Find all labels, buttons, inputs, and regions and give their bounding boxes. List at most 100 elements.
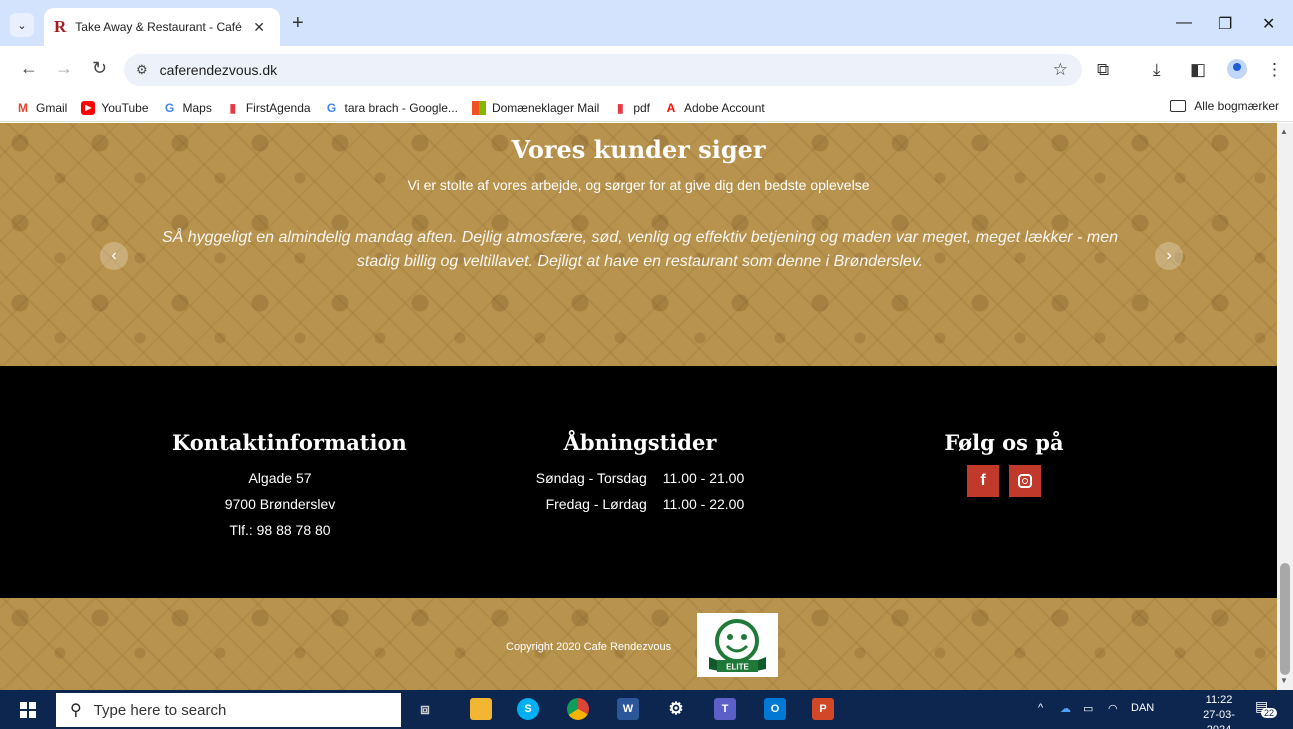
windows-start-icon[interactable] (20, 702, 36, 718)
task-view-icon[interactable]: ⧈ (414, 698, 436, 720)
bookmark-label: YouTube (101, 100, 149, 115)
pdf-icon: ▮ (617, 100, 624, 115)
copyright-text: Copyright 2020 Cafe Rendezvous (506, 641, 672, 653)
taskbar-search[interactable]: ⚲ Type here to search (56, 693, 401, 727)
social-links: f (934, 465, 1074, 497)
chevron-left-icon: ‹ (111, 247, 117, 264)
file-explorer-icon[interactable] (470, 698, 492, 720)
word-icon[interactable]: W (617, 698, 639, 720)
forward-icon[interactable]: → (55, 58, 73, 79)
wifi-icon[interactable]: ◠ (1108, 702, 1118, 715)
contact-address: Algade 57 (248, 470, 312, 486)
tab-title: Take Away & Restaurant - Café (75, 20, 242, 34)
chrome-icon[interactable] (567, 698, 589, 720)
menu-icon[interactable]: ⋮ (1266, 60, 1283, 80)
scroll-up-icon[interactable]: ▲ (1280, 127, 1288, 136)
bookmark-tara-brach[interactable]: Gtara brach - Google... (325, 101, 458, 115)
bookmark-youtube[interactable]: ▶ YouTube (81, 100, 149, 115)
minimize-icon[interactable]: — (1176, 14, 1192, 32)
bookmark-adobe[interactable]: A Adobe Account (664, 101, 765, 115)
contact-phone[interactable]: Tlf.: 98 88 78 80 (172, 517, 388, 543)
facebook-button[interactable]: f (967, 465, 999, 497)
settings-gear-icon[interactable]: ⚙ (665, 698, 687, 720)
notification-count: 22 (1261, 708, 1278, 718)
bookmark-domaeneklager[interactable]: Domæneklager Mail (471, 100, 600, 115)
hours-day: Søndag - Torsdag (535, 470, 647, 486)
restore-icon[interactable]: ❐ (1218, 14, 1232, 34)
testimonials-subheading: Vi er stolte af vores arbejde, og sørger… (407, 177, 870, 193)
tab-close-icon[interactable]: ✕ (253, 19, 265, 36)
windows-taskbar: ⚲ Type here to search ⧈ S W ⚙ T O P ^ ☁ … (0, 690, 1293, 729)
testimonial-quote: SÅ hyggeligt en almindelig mandag aften.… (161, 229, 1119, 270)
contact-column: Kontaktinformation Algade 57 9700 Brønde… (172, 430, 407, 543)
clock-date: 27-03-2024 (1203, 709, 1235, 729)
powerpoint-icon[interactable]: P (812, 698, 834, 720)
bookmark-maps[interactable]: G Maps (163, 101, 212, 115)
address-bar[interactable]: ⚙ caferendezvous.dk ☆ (124, 54, 1082, 86)
bookmark-label: pdf (633, 100, 650, 115)
youtube-icon: ▶ (81, 100, 96, 115)
bookmark-firstagenda[interactable]: ▮ FirstAgenda (226, 101, 311, 115)
instagram-icon (1018, 474, 1032, 488)
bookmark-label: Maps (182, 100, 212, 115)
microsoft-icon (471, 100, 486, 115)
hours-time: 11.00 - 21.00 (662, 470, 745, 486)
scroll-down-icon[interactable]: ▼ (1280, 676, 1288, 685)
tray-overflow-icon[interactable]: ^ (1038, 702, 1043, 714)
chevron-right-icon: › (1166, 247, 1172, 264)
scrollbar-thumb[interactable] (1280, 563, 1290, 675)
clock-time: 11:22 (1205, 694, 1233, 706)
hours-day: Fredag - Lørdag (545, 496, 647, 512)
folder-icon (1170, 100, 1187, 112)
bookmark-label: tara brach - Google... (344, 100, 458, 115)
taskbar-search-placeholder: Type here to search (93, 701, 227, 719)
carousel-prev-button[interactable]: ‹ (100, 242, 128, 270)
skype-icon[interactable]: S (517, 698, 539, 720)
bookmark-label: FirstAgenda (245, 100, 311, 115)
battery-icon[interactable]: ▭ (1083, 702, 1093, 715)
hours-table: Søndag - Torsdag 11.00 - 21.00 Fredag - … (508, 465, 772, 517)
gmail-icon: M (18, 100, 28, 115)
extensions-icon[interactable]: ⧉ (1097, 60, 1109, 80)
firstagenda-icon: ▮ (229, 100, 237, 115)
hours-time: 11.00 - 22.00 (662, 496, 745, 512)
google-icon: G (164, 100, 175, 115)
bookmark-star-icon[interactable]: ☆ (1053, 60, 1068, 80)
language-indicator[interactable]: DAN (1131, 702, 1154, 714)
facebook-icon: f (980, 472, 986, 489)
back-icon[interactable]: ← (20, 58, 38, 79)
elite-smiley-badge: ELITE (697, 613, 778, 677)
browser-tab[interactable]: R Take Away & Restaurant - Café ✕ (44, 8, 280, 46)
reload-icon[interactable]: ↻ (92, 58, 107, 79)
window-close-icon[interactable]: ✕ (1262, 14, 1275, 34)
footer-info: Kontaktinformation Algade 57 9700 Brønde… (0, 366, 1277, 598)
tab-search-button[interactable]: ⌄ (10, 13, 34, 37)
carousel-next-button[interactable]: › (1155, 242, 1183, 270)
social-heading: Følg os på (944, 430, 1064, 455)
site-info-icon[interactable]: ⚙ (136, 62, 148, 78)
taskbar-clock[interactable]: 11:22 27-03-2024 (1196, 693, 1242, 729)
all-bookmarks-button[interactable]: Alle bogmærker (1170, 99, 1279, 113)
instagram-button[interactable] (1009, 465, 1041, 497)
hours-column: Åbningstider Søndag - Torsdag 11.00 - 21… (508, 430, 772, 517)
download-icon[interactable]: ⤓ (1153, 60, 1161, 80)
bookmark-label: Adobe Account (684, 100, 765, 115)
social-column: Følg os på f (934, 430, 1074, 497)
all-bookmarks-label: Alle bogmærker (1194, 99, 1279, 113)
bookmark-gmail[interactable]: M Gmail (16, 101, 67, 115)
copyright-band: Copyright 2020 Cafe Rendezvous ELITE (0, 598, 1277, 690)
bookmark-pdf[interactable]: ▮ pdf (613, 101, 650, 115)
teams-icon[interactable]: T (714, 698, 736, 720)
new-tab-button[interactable]: + (292, 13, 304, 33)
side-panel-icon[interactable]: ◧ (1190, 60, 1206, 80)
profile-avatar[interactable] (1227, 59, 1247, 79)
onedrive-icon[interactable]: ☁ (1060, 702, 1071, 715)
bookmark-label: Domæneklager Mail (491, 100, 600, 115)
testimonials-heading: Vores kunder siger (511, 135, 766, 164)
elite-badge-label: ELITE (726, 663, 749, 672)
testimonials-section: Vores kunder siger Vi er stolte af vores… (0, 123, 1277, 366)
page-scrollbar[interactable]: ▲ ▼ (1277, 123, 1293, 690)
bookmark-label: Gmail (36, 100, 68, 115)
notification-center-icon[interactable]: ▤ 22 (1255, 698, 1278, 718)
outlook-icon[interactable]: O (764, 698, 786, 720)
